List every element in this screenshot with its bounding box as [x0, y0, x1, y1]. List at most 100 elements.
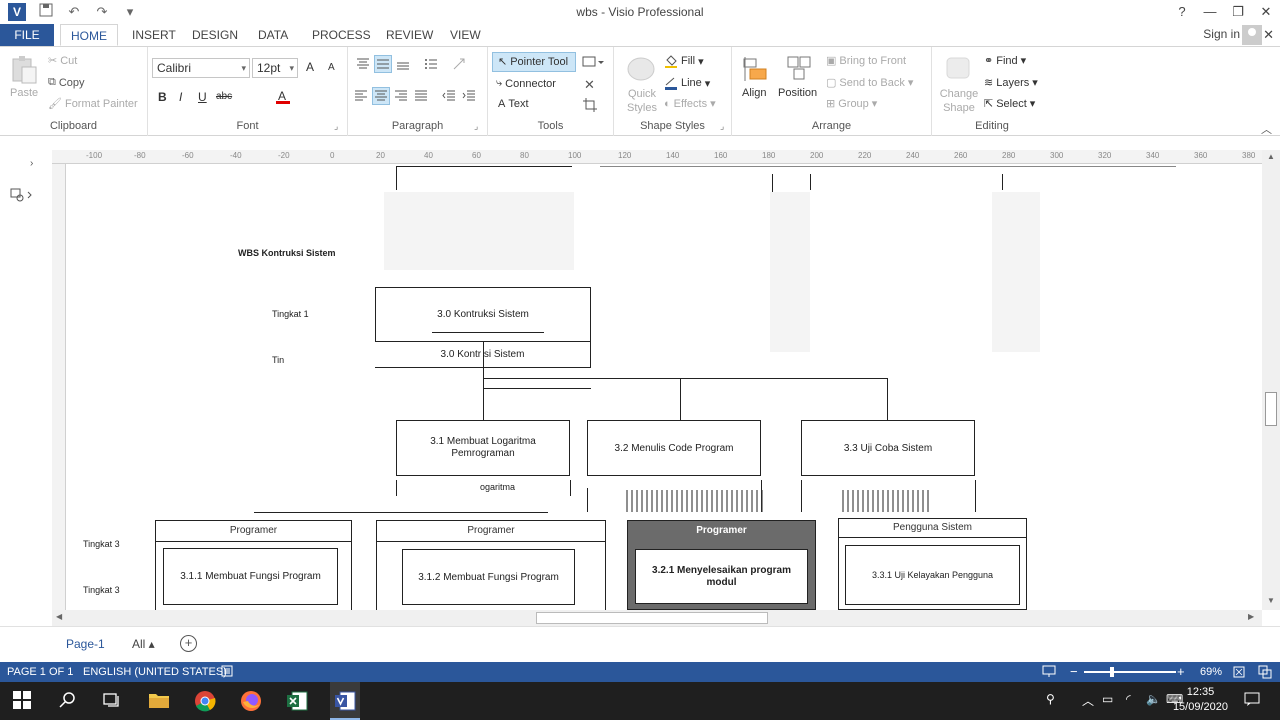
strikethrough-button[interactable]: abc	[216, 91, 232, 102]
rectangle-tool-icon[interactable]	[582, 55, 604, 72]
visio-icon[interactable]	[334, 690, 356, 712]
increase-indent-icon[interactable]	[462, 89, 476, 106]
file-explorer-icon[interactable]	[148, 690, 170, 712]
align-button[interactable]: Align	[742, 87, 766, 99]
tab-file[interactable]: FILE	[0, 24, 54, 46]
connector-button[interactable]: ⤷ Connector	[496, 77, 556, 90]
wbs-node-3-1[interactable]: 3.1 Membuat Logaritma Pemrograman	[396, 420, 570, 476]
justify-icon[interactable]	[414, 89, 428, 106]
align-bottom-icon[interactable]	[396, 57, 410, 74]
battery-icon[interactable]: ▭	[1102, 692, 1113, 706]
text-direction-icon[interactable]	[452, 57, 466, 74]
tab-home[interactable]: HOME	[60, 24, 118, 46]
sign-in-link[interactable]: Sign in	[1203, 27, 1240, 41]
minimize-button[interactable]: —	[1196, 0, 1224, 24]
line-button[interactable]: Line ▾	[664, 76, 710, 90]
tab-design[interactable]: DESIGN	[182, 24, 248, 46]
wifi-icon[interactable]: ◜	[1126, 692, 1131, 706]
select-button[interactable]: ⇱ Select ▾	[984, 97, 1035, 111]
pointer-tool-button[interactable]: ↖ Pointer Tool	[498, 55, 568, 69]
user-tray-icon[interactable]: ⚲	[1046, 692, 1055, 706]
underline-button[interactable]: U	[198, 90, 207, 104]
task-view-icon[interactable]	[102, 690, 124, 712]
position-button[interactable]: Position	[778, 87, 817, 99]
scroll-up-icon[interactable]: ▲	[1267, 152, 1275, 161]
wbs-node-3-2[interactable]: 3.2 Menulis Code Program	[587, 420, 761, 476]
all-pages-button[interactable]: All ▴	[132, 637, 155, 651]
format-painter-button[interactable]: 🖌 Format Painter	[48, 97, 138, 111]
align-middle-icon[interactable]	[374, 55, 392, 73]
firefox-icon[interactable]	[240, 690, 262, 712]
wbs-node-3-2-1[interactable]: 3.2.1 Menyelesaikan program modul	[635, 549, 808, 604]
excel-icon[interactable]	[286, 690, 308, 712]
effects-button[interactable]: ◐ Effects ▾	[664, 97, 716, 111]
cut-button[interactable]: ✂ Cut	[48, 54, 77, 68]
shrink-font-button[interactable]: A	[328, 62, 335, 73]
italic-button[interactable]: I	[179, 90, 182, 104]
font-size-select[interactable]: 12pt	[252, 58, 298, 78]
tab-page-1[interactable]: Page-1	[66, 637, 105, 651]
search-icon[interactable]	[58, 690, 80, 712]
page-indicator[interactable]: PAGE 1 OF 1	[7, 666, 73, 678]
zoom-out-button[interactable]: −	[1070, 664, 1078, 679]
change-shape-button[interactable]: Change Shape	[936, 87, 982, 115]
align-shapes-icon[interactable]	[742, 55, 770, 83]
system-clock[interactable]: 12:35 15/09/2020	[1173, 685, 1228, 715]
add-page-button[interactable]: +	[180, 635, 197, 652]
user-avatar-icon[interactable]	[1242, 25, 1262, 45]
paste-button[interactable]: Paste	[10, 87, 38, 99]
fill-button[interactable]: Fill ▾	[664, 54, 704, 68]
help-button[interactable]: ?	[1168, 0, 1196, 24]
font-color-icon[interactable]: A	[276, 89, 290, 105]
font-family-select[interactable]: Calibri	[152, 58, 250, 78]
scroll-right-icon[interactable]: ▶	[1248, 612, 1254, 621]
position-shapes-icon[interactable]	[786, 55, 814, 83]
quick-styles-button[interactable]: Quick Styles	[620, 87, 664, 115]
macro-record-icon[interactable]	[221, 665, 233, 680]
horizontal-scroll-thumb[interactable]	[536, 612, 768, 624]
close-document-button[interactable]: ✕	[1263, 27, 1274, 43]
close-x-icon[interactable]: ✕	[584, 77, 595, 93]
zoom-in-button[interactable]: +	[1177, 664, 1185, 679]
wbs-node-3-1-2[interactable]: 3.1.2 Membuat Fungsi Program	[402, 549, 575, 605]
show-hidden-icons-chevron-icon[interactable]: ︿	[1082, 692, 1094, 709]
vertical-scrollbar[interactable]: ▲ ▼	[1262, 150, 1280, 610]
send-to-back-button[interactable]: ▢ Send to Back ▾	[826, 76, 913, 90]
chrome-icon[interactable]	[194, 690, 216, 712]
find-button[interactable]: ⚭ Find ▾	[984, 54, 1026, 68]
wbs-node-3-0[interactable]: 3.0 Kontruksi Sistem	[375, 287, 591, 342]
copy-button[interactable]: ⧉ Copy	[48, 76, 85, 89]
volume-icon[interactable]: 🔈	[1146, 692, 1161, 706]
tab-review[interactable]: REVIEW	[376, 24, 443, 46]
wbs-node-3-3-1[interactable]: 3.3.1 Uji Kelayakan Pengguna	[845, 545, 1020, 605]
scroll-left-icon[interactable]: ◀	[56, 612, 62, 621]
zoom-level[interactable]: 69%	[1200, 666, 1222, 678]
language-indicator[interactable]: ENGLISH (UNITED STATES)	[83, 666, 227, 678]
tab-view[interactable]: VIEW	[440, 24, 491, 46]
restore-button[interactable]: ❐	[1224, 0, 1252, 24]
change-shape-icon[interactable]	[944, 55, 972, 83]
crop-icon[interactable]	[582, 97, 598, 116]
layers-button[interactable]: ≋ Layers ▾	[984, 76, 1038, 90]
align-right-icon[interactable]	[394, 89, 408, 106]
tab-insert[interactable]: INSERT	[122, 24, 186, 46]
drawing-canvas[interactable]: WBS Kontruksi Sistem Tingkat 1 Tin 3.0 K…	[66, 164, 1262, 610]
switch-windows-icon[interactable]	[1258, 665, 1272, 682]
bold-button[interactable]: B	[158, 90, 167, 104]
collapse-ribbon-icon[interactable]: ︿	[1261, 121, 1272, 137]
tab-process[interactable]: PROCESS	[302, 24, 381, 46]
bring-to-front-button[interactable]: ▣ Bring to Front	[826, 54, 906, 68]
bullets-icon[interactable]	[424, 57, 438, 74]
quick-styles-icon[interactable]	[626, 55, 655, 83]
scroll-down-icon[interactable]: ▼	[1267, 596, 1275, 605]
zoom-slider-thumb[interactable]	[1110, 667, 1114, 677]
zoom-slider[interactable]	[1084, 671, 1176, 673]
shapes-panel-icon[interactable]	[10, 188, 34, 205]
notifications-icon[interactable]	[1244, 692, 1260, 709]
presentation-mode-icon[interactable]	[1042, 665, 1056, 680]
wbs-node-3-3[interactable]: 3.3 Uji Coba Sistem	[801, 420, 975, 476]
align-center-icon[interactable]	[372, 87, 390, 105]
horizontal-scrollbar[interactable]: ◀ ▶	[52, 610, 1262, 626]
grow-font-button[interactable]: A	[306, 60, 314, 74]
vertical-scroll-thumb[interactable]	[1265, 392, 1277, 426]
